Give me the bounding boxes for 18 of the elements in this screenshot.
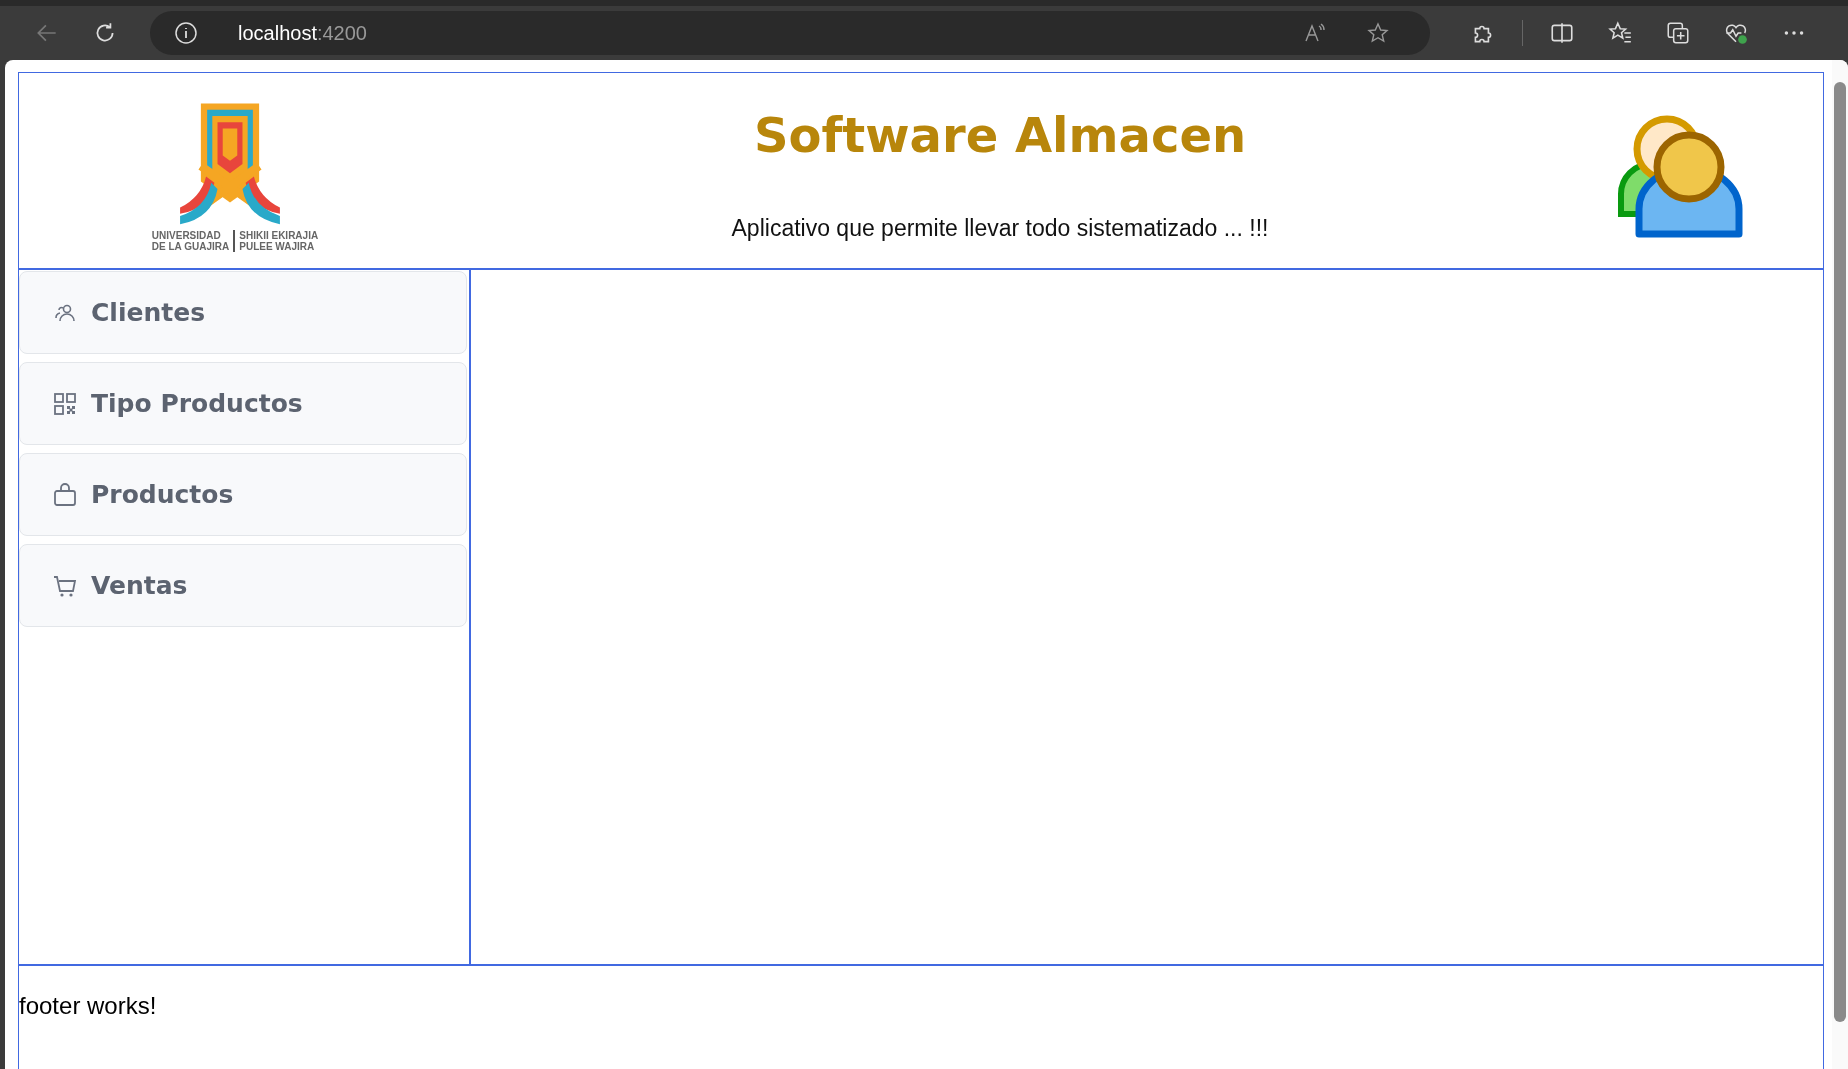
info-icon[interactable] [174,21,198,45]
star-icon[interactable] [1366,21,1390,45]
university-logo: UNIVERSIDAD DE LA GUAJIRA SHIKII EKIRAJIA PULEE WAJIRA [137,103,333,252]
url-text: localhost:4200 [238,21,367,45]
scrollbar[interactable] [1832,60,1848,1069]
collections-icon[interactable] [1665,20,1691,46]
address-bar[interactable]: localhost:4200 [150,11,1430,55]
footer-text: footer works! [19,992,157,1019]
sidebar-item[interactable]: Ventas [19,544,467,627]
app-title: Software Almacen [752,107,1248,163]
split-screen-icon[interactable] [1549,20,1575,46]
cart-icon [53,573,77,598]
sidebar-item[interactable]: Clientes [19,271,467,354]
grid-icon [53,391,77,416]
sidebar-item[interactable]: Productos [19,453,467,536]
sidebar-item[interactable]: Tipo Productos [19,362,467,445]
bag-icon [53,482,77,507]
app-subtitle: Aplicativo que permite llevar todo sistematizado ... !!! [730,215,1270,242]
